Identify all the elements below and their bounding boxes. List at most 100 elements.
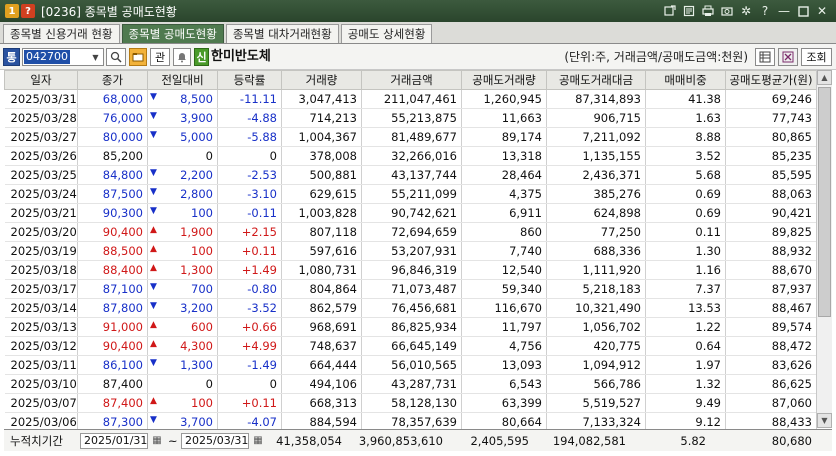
table-row[interactable]: 2025/03/27 80,000 ▼ 5,000 -5.88 1,004,367 81,4… xyxy=(4,127,817,147)
screen-number-badge[interactable]: 1 xyxy=(5,4,19,18)
scroll-thumb[interactable] xyxy=(818,87,831,317)
cell-volume: 1,004,367 xyxy=(281,127,362,147)
cell-short-avg-price: 90,421 xyxy=(725,203,817,223)
cell-date: 2025/03/26 xyxy=(4,146,78,166)
print-icon[interactable] xyxy=(700,3,716,19)
table-row[interactable]: 2025/03/25 84,800 ▼ 2,200 -2.53 500,881 43,137… xyxy=(4,165,817,185)
header-short-volume[interactable]: 공매도거래량 xyxy=(461,70,547,90)
cell-close: 68,000 xyxy=(77,89,148,109)
tab-stock-lending[interactable]: 종목별 대차거래현황 xyxy=(225,24,339,43)
table-row[interactable]: 2025/03/21 90,300 ▼ 100 -0.11 1,003,828 90,742… xyxy=(4,203,817,223)
down-arrow-icon: ▼ xyxy=(150,187,157,197)
header-volume[interactable]: 거래량 xyxy=(281,70,362,90)
cell-rate: -3.52 xyxy=(217,298,282,318)
cell-rate: -1.49 xyxy=(217,355,282,375)
up-arrow-icon: ▲ xyxy=(150,263,157,273)
table-row[interactable]: 2025/03/13 91,000 ▲ 600 +0.66 968,691 86,825,9… xyxy=(4,317,817,337)
down-arrow-icon: ▼ xyxy=(150,111,157,121)
cell-amount: 56,010,565 xyxy=(361,355,462,375)
table-row[interactable]: 2025/03/07 87,400 ▲ 100 +0.11 668,313 58,128,1… xyxy=(4,393,817,413)
cell-short-amount: 385,276 xyxy=(546,184,646,204)
table-row[interactable]: 2025/03/18 88,400 ▲ 1,300 +1.49 1,080,731 96,8… xyxy=(4,260,817,280)
header-change[interactable]: 전일대비 xyxy=(147,70,218,90)
search-button[interactable]: 조회 xyxy=(801,48,832,66)
scroll-up-button[interactable]: ▲ xyxy=(817,70,832,85)
footer-avg-price: 80,680 xyxy=(771,434,812,448)
minimize-icon[interactable]: — xyxy=(776,3,792,19)
cell-short-volume: 12,540 xyxy=(461,260,547,280)
cell-rate: +4.99 xyxy=(217,336,282,356)
close-icon[interactable]: ✕ xyxy=(814,3,830,19)
vertical-scrollbar[interactable]: ▲ ▼ xyxy=(816,70,832,428)
change-value: 600 xyxy=(191,320,213,334)
maximize-icon[interactable] xyxy=(795,3,811,19)
cell-short-avg-price: 85,235 xyxy=(725,146,817,166)
cell-amount: 43,287,731 xyxy=(361,374,462,394)
header-short-avg-price[interactable]: 공매도평균가(원) xyxy=(725,70,817,90)
tab-short-selling-detail[interactable]: 공매도 상세현황 xyxy=(340,24,433,43)
gear-icon[interactable]: ✲ xyxy=(738,3,754,19)
table-row[interactable]: 2025/03/12 90,400 ▲ 4,300 +4.99 748,637 66,645… xyxy=(4,336,817,356)
header-short-amount[interactable]: 공매도거래대금 xyxy=(546,70,646,90)
table-row[interactable]: 2025/03/28 76,000 ▼ 3,900 -4.88 714,213 55,213… xyxy=(4,108,817,128)
cell-volume: 714,213 xyxy=(281,108,362,128)
search-code-button[interactable] xyxy=(106,48,126,66)
help-icon[interactable]: ? xyxy=(757,3,773,19)
header-trade-ratio[interactable]: 매매비중 xyxy=(645,70,726,90)
change-value: 8,500 xyxy=(180,92,213,106)
tab-credit-trading[interactable]: 종목별 신용거래 현황 xyxy=(3,24,120,43)
cell-close: 85,200 xyxy=(77,146,148,166)
table-row[interactable]: 2025/03/20 90,400 ▲ 1,900 +2.15 807,118 72,694… xyxy=(4,222,817,242)
cell-short-avg-price: 83,626 xyxy=(725,355,817,375)
header-date[interactable]: 일자 xyxy=(4,70,78,90)
cell-trade-ratio: 8.88 xyxy=(645,127,726,147)
cell-short-avg-price: 85,595 xyxy=(725,165,817,185)
grid-settings-button[interactable] xyxy=(755,48,775,66)
to-date-input[interactable]: 2025/03/31 xyxy=(181,433,249,449)
table-row[interactable]: 2025/03/31 68,000 ▼ 8,500 -11.11 3,047,413 211… xyxy=(4,89,817,109)
to-calendar-icon[interactable]: ▦ xyxy=(251,433,265,449)
table-row[interactable]: 2025/03/19 88,500 ▲ 100 +0.11 597,616 53,207,9… xyxy=(4,241,817,261)
cell-short-amount: 2,436,371 xyxy=(546,165,646,185)
favorites-button[interactable] xyxy=(129,48,147,66)
table-row[interactable]: 2025/03/10 87,400 0 0 494,106 43,287,731 6,543… xyxy=(4,374,817,394)
alarm-button[interactable] xyxy=(173,48,191,66)
header-rate[interactable]: 등락률 xyxy=(217,70,282,90)
footer-trade-ratio: 5.82 xyxy=(680,434,706,448)
market-selector[interactable]: 통 xyxy=(3,48,20,66)
cell-short-avg-price: 80,865 xyxy=(725,127,817,147)
down-arrow-icon: ▼ xyxy=(150,415,157,425)
code-dropdown-button[interactable]: ▼ xyxy=(88,48,104,66)
cell-date: 2025/03/07 xyxy=(4,393,78,413)
cell-rate: -2.53 xyxy=(217,165,282,185)
cumulative-footer: 누적치기간 2025/01/31 ▦ ~ 2025/03/31 ▦ 41,358… xyxy=(4,429,832,451)
cell-volume: 664,444 xyxy=(281,355,362,375)
link-icon[interactable] xyxy=(662,3,678,19)
memo-icon[interactable] xyxy=(681,3,697,19)
from-date-input[interactable]: 2025/01/31 xyxy=(80,433,148,449)
excel-export-button[interactable] xyxy=(778,48,798,66)
cell-short-volume: 63,399 xyxy=(461,393,547,413)
from-calendar-icon[interactable]: ▦ xyxy=(150,433,164,449)
cell-trade-ratio: 1.97 xyxy=(645,355,726,375)
scroll-down-button[interactable]: ▼ xyxy=(817,413,832,428)
table-row[interactable]: 2025/03/24 87,500 ▼ 2,800 -3.10 629,615 55,211… xyxy=(4,184,817,204)
header-close[interactable]: 종가 xyxy=(77,70,148,90)
table-row[interactable]: 2025/03/17 87,100 ▼ 700 -0.80 804,864 71,073,4… xyxy=(4,279,817,299)
table-row[interactable]: 2025/03/11 86,100 ▼ 1,300 -1.49 664,444 56,010… xyxy=(4,355,817,375)
cell-short-avg-price: 89,574 xyxy=(725,317,817,337)
help-badge[interactable]: ? xyxy=(21,4,35,18)
footer-volume: 41,358,054 xyxy=(276,434,342,448)
table-row[interactable]: 2025/03/26 85,200 0 0 378,008 32,266,016 13,31… xyxy=(4,146,817,166)
related-stocks-button[interactable]: 관 xyxy=(150,48,170,66)
table-row[interactable]: 2025/03/14 87,800 ▼ 3,200 -3.52 862,579 76,456… xyxy=(4,298,817,318)
camera-icon[interactable] xyxy=(719,3,735,19)
cell-date: 2025/03/14 xyxy=(4,298,78,318)
tab-short-selling[interactable]: 종목별 공매도현황 xyxy=(121,24,224,43)
header-amount[interactable]: 거래금액 xyxy=(361,70,462,90)
cell-short-amount: 5,218,183 xyxy=(546,279,646,299)
cell-date: 2025/03/31 xyxy=(4,89,78,109)
cell-volume: 597,616 xyxy=(281,241,362,261)
cell-change: 0 xyxy=(147,374,218,394)
cell-amount: 90,742,621 xyxy=(361,203,462,223)
